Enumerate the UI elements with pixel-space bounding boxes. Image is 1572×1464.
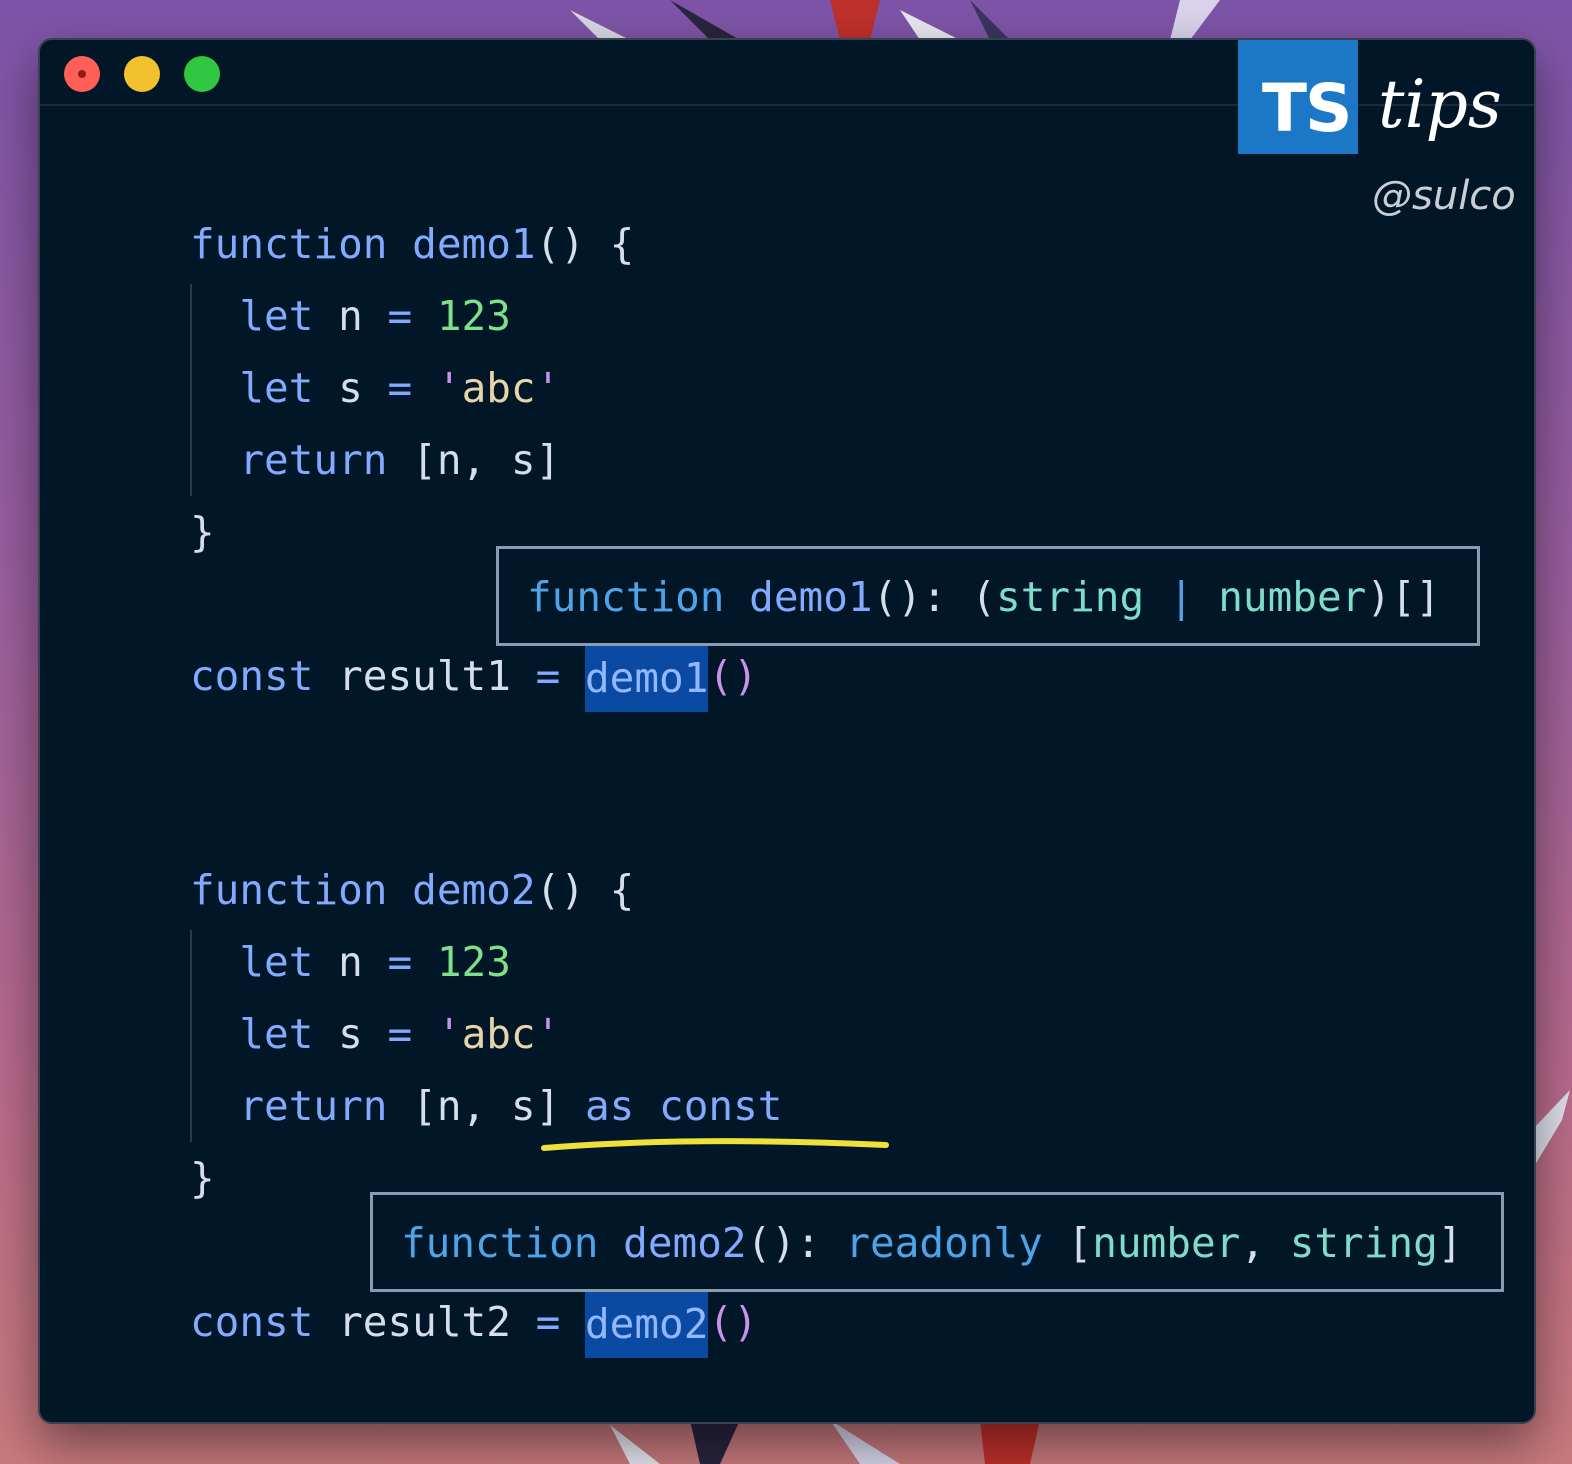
selected-function-call[interactable]: demo1: [584, 646, 709, 712]
call-parens: (): [708, 652, 758, 700]
quote: ': [535, 364, 561, 412]
operator: =: [387, 938, 413, 986]
code-line: let s = 'abc': [190, 998, 560, 1070]
brand-title: tips: [1378, 66, 1502, 143]
highlight-underline: [541, 1138, 889, 1151]
type-name: number: [1218, 573, 1367, 621]
variable: s: [338, 1010, 363, 1058]
return-value: [n, s]: [412, 1082, 561, 1130]
code-line: }: [190, 496, 215, 568]
logo-text: TS: [1262, 70, 1353, 147]
quote: ': [436, 364, 462, 412]
punctuation: ]: [1437, 1219, 1463, 1267]
string-literal: abc: [461, 1010, 536, 1058]
variable: s: [338, 364, 363, 412]
keyword: return: [239, 1082, 388, 1130]
as-const-assertion: as const: [584, 1082, 783, 1130]
function-name: demo2: [412, 866, 536, 914]
type-name: number: [1092, 1219, 1241, 1267]
code-line: let n = 123: [190, 280, 511, 352]
function-name: demo1: [749, 573, 873, 621]
punctuation: ,: [1240, 1219, 1265, 1267]
close-button[interactable]: [64, 56, 100, 92]
variable: n: [338, 938, 363, 986]
keyword: return: [239, 436, 388, 484]
selected-function-call[interactable]: demo2: [584, 1292, 709, 1358]
code-line: }: [190, 1142, 215, 1214]
quote: ': [535, 1010, 561, 1058]
number-literal: 123: [436, 292, 511, 340]
keyword: let: [239, 938, 314, 986]
call-parens: (): [708, 1298, 758, 1346]
background-plant-bottom: [610, 1420, 1040, 1464]
code-line: const result2 = demo2(): [190, 1286, 758, 1358]
closing-brace: }: [190, 508, 215, 556]
string-literal: abc: [461, 364, 536, 412]
background-plant-right: [1532, 1090, 1570, 1170]
keyword: function: [401, 1219, 599, 1267]
minimize-button[interactable]: [124, 56, 160, 92]
keyword: let: [239, 1010, 314, 1058]
background-plant-top: [570, 0, 1220, 40]
keyword: let: [239, 292, 314, 340]
operator: =: [535, 652, 561, 700]
return-value: [n, s]: [412, 436, 561, 484]
type-name: string: [996, 573, 1145, 621]
typescript-logo: TS: [1238, 40, 1358, 154]
code-line: return [n, s]: [190, 424, 560, 496]
variable: result1: [338, 652, 511, 700]
type-name: string: [1289, 1219, 1438, 1267]
type-hover-tooltip-2: function demo2(): readonly [number, stri…: [370, 1192, 1504, 1292]
keyword: const: [190, 652, 314, 700]
code-line: const result1 = demo1(): [190, 640, 758, 712]
punctuation: () {: [535, 220, 635, 268]
readonly-keyword: readonly: [845, 1219, 1043, 1267]
operator: =: [387, 364, 413, 412]
operator: =: [535, 1298, 561, 1346]
punctuation: (: [971, 573, 997, 621]
keyword: function: [190, 866, 388, 914]
variable: result2: [338, 1298, 511, 1346]
function-name: demo1: [412, 220, 536, 268]
author-handle: @sulco: [1372, 173, 1516, 219]
closing-brace: }: [190, 1154, 215, 1202]
code-line: let s = 'abc': [190, 352, 560, 424]
code-line: let n = 123: [190, 926, 511, 998]
operator: =: [387, 1010, 413, 1058]
punctuation: () {: [535, 866, 635, 914]
function-name: demo2: [623, 1219, 747, 1267]
code-line: function demo1() {: [190, 208, 634, 280]
punctuation: )[]: [1366, 573, 1441, 621]
keyword: const: [190, 1298, 314, 1346]
keyword: let: [239, 364, 314, 412]
editor-window: TS tips @sulco function demo1() { let n …: [38, 38, 1536, 1424]
code-line: function demo2() {: [190, 854, 634, 926]
maximize-button[interactable]: [184, 56, 220, 92]
keyword: function: [190, 220, 388, 268]
code-line: return [n, s] as const: [190, 1070, 782, 1142]
operator: =: [387, 292, 413, 340]
type-hover-tooltip-1: function demo1(): (string | number)[]: [496, 546, 1480, 646]
punctuation: ():: [872, 573, 947, 621]
keyword: function: [527, 573, 725, 621]
number-literal: 123: [436, 938, 511, 986]
union-operator: |: [1168, 573, 1194, 621]
quote: ': [436, 1010, 462, 1058]
punctuation: [: [1067, 1219, 1093, 1267]
punctuation: ():: [746, 1219, 821, 1267]
variable: n: [338, 292, 363, 340]
